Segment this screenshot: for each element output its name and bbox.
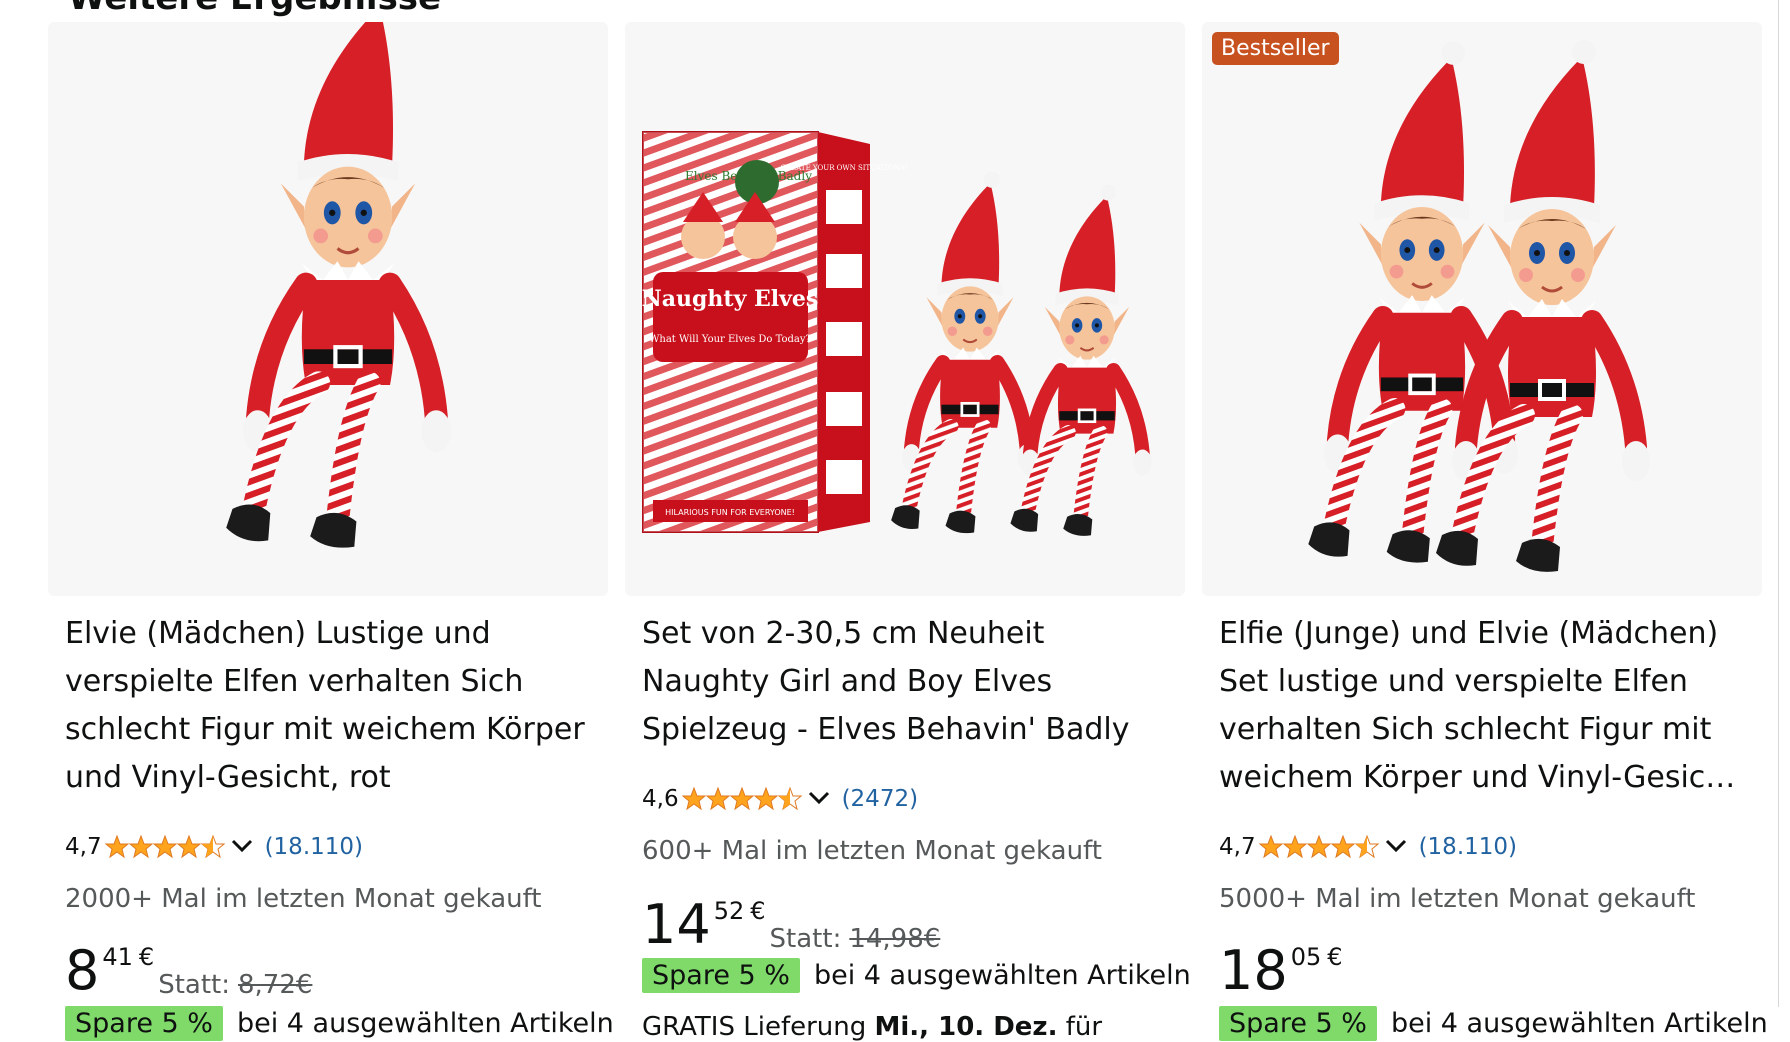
rating-value: 4,7: [65, 834, 102, 860]
statt-label: Statt:: [158, 970, 230, 1000]
product-card-2[interactable]: Elves Behavin' Badly Naughty Elves What …: [625, 22, 1191, 1042]
product-title-2[interactable]: Set von 2-30,5 cm Neuheit Naughty Girl a…: [642, 610, 1172, 754]
price-currency: €: [138, 943, 155, 971]
bought-count: 600+ Mal im letzten Monat gekauft: [642, 836, 1102, 866]
review-count-link[interactable]: (18.110): [1419, 834, 1517, 860]
star-rating-icon[interactable]: [104, 835, 225, 859]
box-side-text: CREATE YOUR OWN SITUATIONS!: [781, 164, 908, 172]
promo-row: Spare 5 % bei 4 ausgewählten Artikeln: [642, 958, 1191, 993]
price[interactable]: 14 52 € Statt: 14,98€: [642, 893, 941, 956]
promo-row: Spare 5 % bei 4 ausgewählten Artikeln: [65, 1006, 614, 1041]
section-title: Weitere Ergebnisse: [68, 0, 441, 18]
price-fraction: 41: [102, 943, 133, 971]
price-fraction: 05: [1290, 943, 1322, 971]
product-image-1[interactable]: [48, 22, 608, 596]
chevron-down-icon[interactable]: [1384, 834, 1408, 860]
delivery-prefix: GRATIS Lieferung: [642, 1012, 867, 1042]
price-whole: 14: [642, 893, 711, 956]
review-count-link[interactable]: (18.110): [265, 834, 363, 860]
rating-row-1: 4,7 (18.110): [65, 830, 363, 864]
statt-label: Statt:: [769, 924, 842, 954]
statt-price: 14,98€: [849, 924, 941, 954]
price[interactable]: 18 05 €: [1219, 944, 1343, 998]
savings-badge: Spare 5 %: [1219, 1006, 1377, 1041]
rating-row-3: 4,7 (18.110): [1219, 830, 1517, 864]
delivery-info: GRATIS Lieferung Mi., 10. Dez. für: [642, 1012, 1102, 1042]
product-card-1[interactable]: Elvie (Mädchen) Lustige und verspielte E…: [48, 22, 614, 1041]
box-tagline: What Will Your Elves Do Today?: [649, 334, 811, 345]
promo-row: Spare 5 % bei 4 ausgewählten Artikeln: [1219, 1006, 1768, 1041]
promo-text: bei 4 ausgewählten Artikeln: [236, 1008, 614, 1039]
product-image-2[interactable]: Elves Behavin' Badly Naughty Elves What …: [625, 22, 1185, 596]
delivery-date: Mi., 10. Dez.: [874, 1012, 1058, 1042]
product-title-3[interactable]: Elfie (Junge) und Elvie (Mädchen) Set lu…: [1219, 610, 1749, 802]
statt-price: 8,72€: [237, 970, 313, 1000]
savings-badge: Spare 5 %: [642, 958, 800, 993]
price-currency: €: [750, 897, 766, 925]
star-rating-icon[interactable]: [1258, 835, 1379, 859]
list-price: Statt: 8,72€: [158, 970, 312, 1000]
price-fraction: 52: [713, 897, 745, 925]
price-whole: 8: [65, 939, 100, 1002]
rating-value: 4,7: [1219, 834, 1256, 860]
chevron-down-icon[interactable]: [807, 786, 831, 812]
delivery-suffix: für: [1065, 1012, 1103, 1042]
product-image-3[interactable]: Bestseller: [1202, 22, 1762, 596]
box-footer: HILARIOUS FUN FOR EVERYONE!: [665, 508, 795, 517]
chevron-down-icon[interactable]: [230, 834, 254, 860]
review-count-link[interactable]: (2472): [842, 786, 918, 812]
bought-count: 5000+ Mal im letzten Monat gekauft: [1219, 884, 1696, 914]
list-price: Statt: 14,98€: [770, 924, 941, 954]
price-whole: 18: [1219, 939, 1288, 1002]
product-title-1[interactable]: Elvie (Mädchen) Lustige und verspielte E…: [65, 610, 595, 802]
promo-text: bei 4 ausgewählten Artikeln: [1390, 1008, 1768, 1039]
price-currency: €: [1327, 943, 1343, 971]
product-card-3[interactable]: Bestseller Elfie (Junge) und Elvie (Mädc…: [1202, 22, 1768, 1041]
bestseller-badge: Bestseller: [1212, 32, 1339, 65]
box-name: Naughty Elves: [642, 286, 819, 312]
bought-count: 2000+ Mal im letzten Monat gekauft: [65, 884, 542, 914]
price[interactable]: 8 41 € Statt: 8,72€: [65, 939, 312, 1002]
next-card-edge: [1778, 0, 1779, 1007]
savings-badge: Spare 5 %: [65, 1006, 223, 1041]
rating-row-2: 4,6 (2472): [642, 782, 918, 816]
promo-text: bei 4 ausgewählten Artikeln: [813, 960, 1191, 991]
star-rating-icon[interactable]: [681, 787, 802, 811]
rating-value: 4,6: [642, 786, 679, 812]
